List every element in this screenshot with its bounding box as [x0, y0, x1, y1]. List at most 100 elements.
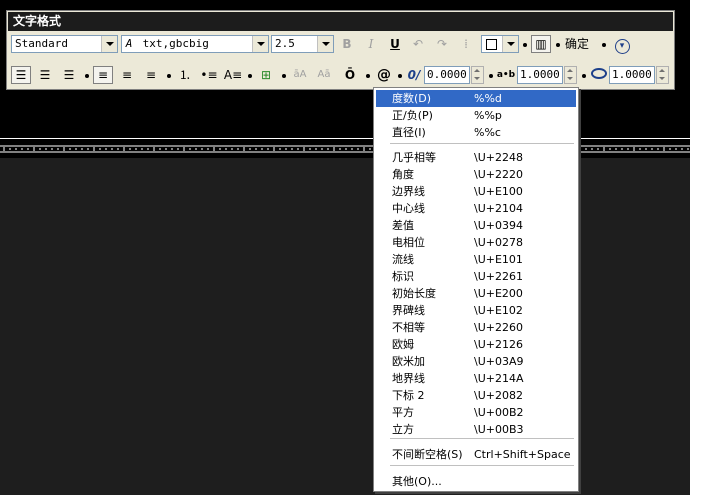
- color-combo[interactable]: [481, 35, 519, 53]
- ruler-toggle-button[interactable]: ▥: [531, 35, 551, 53]
- justify-middle-button[interactable]: ≡: [117, 66, 137, 84]
- menu-item[interactable]: 不相等 \U+2260: [376, 319, 576, 336]
- font-combo-value: txt,gbcbig: [142, 37, 209, 50]
- chevron-down-icon[interactable]: [317, 36, 333, 52]
- menu-item[interactable]: 欧姆 \U+2126: [376, 336, 576, 353]
- menu-item[interactable]: 立方 \U+00B3: [376, 421, 576, 438]
- menu-item-code: \U+2082: [474, 389, 523, 402]
- ruler-icon: ▥: [535, 37, 547, 51]
- tracking-input[interactable]: 1.0000: [517, 66, 563, 84]
- stack-button[interactable]: ⁞: [456, 35, 476, 53]
- width-factor-input[interactable]: 1.0000: [609, 66, 655, 84]
- justify-top-button[interactable]: ≡: [93, 66, 113, 84]
- separator-dot: [602, 43, 606, 47]
- underline-button[interactable]: U: [385, 35, 405, 53]
- menu-item[interactable]: 标识 \U+2261: [376, 268, 576, 285]
- menu-item-label: 下标 2: [392, 389, 425, 402]
- bold-button[interactable]: B: [337, 35, 357, 53]
- menu-item-code: \U+E101: [474, 253, 523, 266]
- redo-icon: ↷: [436, 37, 448, 51]
- justify-bottom-button[interactable]: ≡: [141, 66, 161, 84]
- separator-dot: [556, 43, 560, 47]
- letters-list-button[interactable]: A≡: [223, 66, 243, 84]
- tracking-spinner[interactable]: [564, 66, 577, 84]
- menu-item-label: 边界线: [392, 185, 425, 198]
- menu-item[interactable]: 直径(I) %%c: [376, 124, 576, 141]
- chevron-down-icon[interactable]: [252, 36, 268, 52]
- menu-item[interactable]: 下标 2 \U+2082: [376, 387, 576, 404]
- width-factor-spinner[interactable]: [656, 66, 669, 84]
- menu-item-code: \U+0394: [474, 219, 523, 232]
- oblique-angle-icon: 0/: [407, 68, 421, 82]
- menu-item[interactable]: 电相位 \U+0278: [376, 234, 576, 251]
- symbol-button[interactable]: @: [374, 66, 394, 84]
- oblique-angle-spinner[interactable]: [471, 66, 484, 84]
- undo-button[interactable]: ↶: [408, 35, 428, 53]
- text-height-combo[interactable]: 2.5: [271, 35, 334, 53]
- menu-item[interactable]: 初始长度 \U+E200: [376, 285, 576, 302]
- menu-item-code: \U+0278: [474, 236, 523, 249]
- menu-item[interactable]: 差值 \U+0394: [376, 217, 576, 234]
- menu-item-label: 中心线: [392, 202, 425, 215]
- bullet-list-icon: •≡: [200, 68, 218, 82]
- menu-item-label: 几乎相等: [392, 151, 436, 164]
- menu-item[interactable]: 地界线 \U+214A: [376, 370, 576, 387]
- drawing-area[interactable]: [0, 158, 690, 495]
- insert-field-button[interactable]: ⊞: [256, 66, 276, 84]
- menu-item[interactable]: 正/负(P) %%p: [376, 107, 576, 124]
- menu-item-code: \U+2260: [474, 321, 523, 334]
- separator-dot: [85, 74, 89, 78]
- menu-item-label: 欧米加: [392, 355, 425, 368]
- undo-icon: ↶: [412, 37, 424, 51]
- align-right-button[interactable]: ☰: [59, 66, 79, 84]
- symbol-menu: 度数(D) %%d 正/负(P) %%p 直径(I) %%c 几乎相等 \U+2248 角度 \U…: [373, 87, 579, 492]
- menu-item-code: \U+00B3: [474, 423, 524, 436]
- uppercase-button[interactable]: āA: [290, 66, 310, 84]
- options-button[interactable]: ▾: [612, 35, 632, 54]
- text-ruler[interactable]: [0, 138, 690, 158]
- menu-item[interactable]: 几乎相等 \U+2248: [376, 149, 576, 166]
- redo-button[interactable]: ↷: [432, 35, 452, 53]
- align-left-button[interactable]: ☰: [11, 66, 31, 84]
- menu-item-label: 界碑线: [392, 304, 425, 317]
- menu-item[interactable]: 角度 \U+2220: [376, 166, 576, 183]
- text-height-value: 2.5: [275, 37, 295, 50]
- menu-item-code: %%c: [474, 126, 501, 139]
- font-combo[interactable]: A txt,gbcbig: [121, 35, 269, 53]
- separator-dot: [523, 43, 527, 47]
- oblique-angle-input[interactable]: 0.0000: [424, 66, 470, 84]
- align-center-icon: ☰: [39, 68, 51, 82]
- overline-button[interactable]: Ō: [340, 66, 360, 84]
- align-right-icon: ☰: [63, 68, 75, 82]
- ok-button[interactable]: 确定: [565, 35, 589, 53]
- style-combo[interactable]: Standard: [11, 35, 118, 53]
- justify-top-icon: ≡: [97, 68, 109, 82]
- menu-item-code: \U+2248: [474, 151, 523, 164]
- numbering-button[interactable]: ⒈: [175, 66, 195, 84]
- menu-item[interactable]: 边界线 \U+E100: [376, 183, 576, 200]
- ruler-ticks: [0, 145, 690, 153]
- numbered-list-icon: ⒈: [178, 68, 191, 82]
- menu-item[interactable]: 不间断空格(S) Ctrl+Shift+Space: [376, 446, 576, 463]
- menu-item-code: %%p: [474, 109, 502, 122]
- menu-item-label: 初始长度: [392, 287, 436, 300]
- menu-item-label: 角度: [392, 168, 414, 181]
- menu-item[interactable]: 界碑线 \U+E102: [376, 302, 576, 319]
- italic-button[interactable]: I: [361, 35, 381, 53]
- stack-icon: ⁞: [464, 37, 468, 51]
- menu-item[interactable]: 流线 \U+E101: [376, 251, 576, 268]
- menu-item[interactable]: 中心线 \U+2104: [376, 200, 576, 217]
- menu-item[interactable]: 度数(D) %%d: [376, 90, 576, 107]
- chevron-down-icon[interactable]: [101, 36, 117, 52]
- align-center-button[interactable]: ☰: [35, 66, 55, 84]
- menu-item-label: 其他(O)...: [392, 475, 442, 488]
- separator-dot: [248, 74, 252, 78]
- menu-item[interactable]: 其他(O)...: [376, 473, 576, 490]
- separator-dot: [582, 74, 586, 78]
- chevron-down-icon[interactable]: [502, 36, 518, 52]
- menu-item[interactable]: 平方 \U+00B2: [376, 404, 576, 421]
- menu-item-code: \U+E100: [474, 185, 523, 198]
- bullets-button[interactable]: •≡: [199, 66, 219, 84]
- menu-item[interactable]: 欧米加 \U+03A9: [376, 353, 576, 370]
- lowercase-button[interactable]: Aā: [314, 66, 334, 84]
